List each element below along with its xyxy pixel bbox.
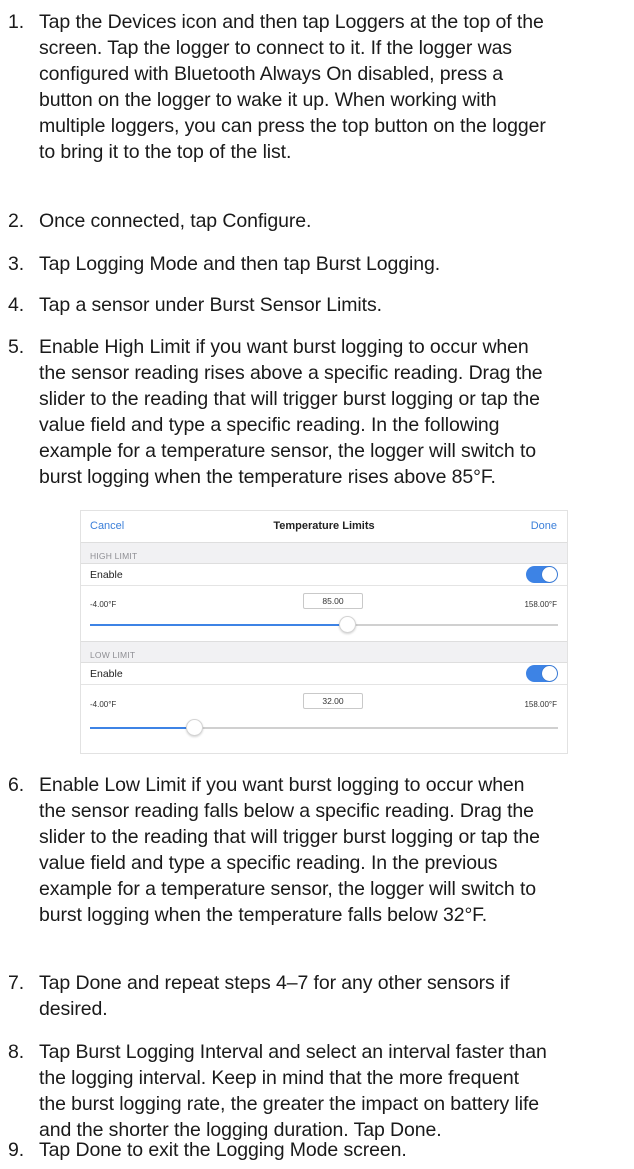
step-number: 1. <box>8 11 25 33</box>
step-text-line: Tap Burst Logging Interval and select an… <box>39 1041 547 1063</box>
slider-thumb[interactable] <box>185 719 203 736</box>
step-text-line: multiple loggers, you can press the top … <box>39 115 546 137</box>
step-text-line: Tap Done to exit the Logging Mode screen… <box>39 1139 407 1161</box>
step-text-line: Tap Logging Mode and then tap Burst Logg… <box>39 253 441 275</box>
slider-fill <box>90 624 348 626</box>
step-text-line: Tap Done and repeat steps 4–7 for any ot… <box>39 972 510 994</box>
section-title: HIGH LIMIT <box>90 551 138 561</box>
step-text-line: slider to the reading that will trigger … <box>39 826 540 848</box>
high-limit-max-label: 158.00°F <box>524 600 557 609</box>
high-limit-slider[interactable] <box>90 616 558 633</box>
step-number: 3. <box>8 253 25 275</box>
toggle-knob <box>542 666 557 681</box>
step-text-line: desired. <box>39 998 108 1020</box>
high-limit-enable-row: Enable <box>81 564 567 586</box>
step-number: 2. <box>8 210 25 232</box>
low-limit-slider[interactable] <box>90 719 558 736</box>
step-text-line: Tap a sensor under Burst Sensor Limits. <box>39 294 382 316</box>
step-text-line: Once connected, tap Configure. <box>39 210 312 232</box>
step-text-line: burst logging when the temperature falls… <box>39 904 488 926</box>
step-text-line: slider to the reading that will trigger … <box>39 388 540 410</box>
step-text-line: Enable High Limit if you want burst logg… <box>39 336 529 358</box>
step-number: 6. <box>8 774 25 796</box>
nav-bar: Cancel Temperature Limits Done <box>81 511 567 542</box>
step-text-line: the sensor reading rises above a specifi… <box>39 362 543 384</box>
step-text-line: the logging interval. Keep in mind that … <box>39 1067 519 1089</box>
enable-label: Enable <box>90 668 123 680</box>
high-limit-value-field[interactable]: 85.00 <box>303 593 363 609</box>
step-text-line: value field and type a specific reading.… <box>39 852 498 874</box>
done-button[interactable]: Done <box>531 520 557 532</box>
low-limit-min-label: -4.00°F <box>90 700 117 709</box>
low-limit-value-field[interactable]: 32.00 <box>303 693 363 709</box>
step-number: 9. <box>8 1139 25 1161</box>
step-number: 7. <box>8 972 25 994</box>
step-text-line: value field and type a specific reading.… <box>39 414 500 436</box>
step-number: 5. <box>8 336 25 358</box>
step-text-line: the sensor reading falls below a specifi… <box>39 800 534 822</box>
high-limit-min-label: -4.00°F <box>90 600 117 609</box>
high-limit-toggle[interactable] <box>526 566 558 583</box>
step-text-line: example for a temperature sensor, the lo… <box>39 878 537 900</box>
step-number: 4. <box>8 294 25 316</box>
step-text-line: configured with Bluetooth Always On disa… <box>39 63 504 85</box>
step-number: 8. <box>8 1041 25 1063</box>
step-text-line: button on the logger to wake it up. When… <box>39 89 497 111</box>
screen-title: Temperature Limits <box>273 520 375 532</box>
enable-label: Enable <box>90 569 123 581</box>
slider-fill <box>90 727 194 729</box>
step-text-line: the burst logging rate, the greater the … <box>39 1093 540 1115</box>
low-limit-header: LOW LIMIT <box>81 641 567 663</box>
step-text-line: Tap the Devices icon and then tap Logger… <box>39 11 544 33</box>
high-limit-header: HIGH LIMIT <box>81 542 567 564</box>
low-limit-toggle[interactable] <box>526 665 558 682</box>
toggle-knob <box>542 567 557 582</box>
section-title: LOW LIMIT <box>90 650 136 660</box>
step-text-line: Enable Low Limit if you want burst loggi… <box>39 774 525 796</box>
low-limit-max-label: 158.00°F <box>524 700 557 709</box>
low-limit-enable-row: Enable <box>81 663 567 685</box>
temperature-limits-screenshot: Cancel Temperature Limits Done HIGH LIMI… <box>80 510 568 754</box>
step-text-line: screen. Tap the logger to connect to it.… <box>39 37 512 59</box>
slider-thumb[interactable] <box>339 616 357 633</box>
step-text-line: to bring it to the top of the list. <box>39 141 292 163</box>
step-text-line: example for a temperature sensor, the lo… <box>39 440 537 462</box>
step-text-line: burst logging when the temperature rises… <box>39 466 496 488</box>
